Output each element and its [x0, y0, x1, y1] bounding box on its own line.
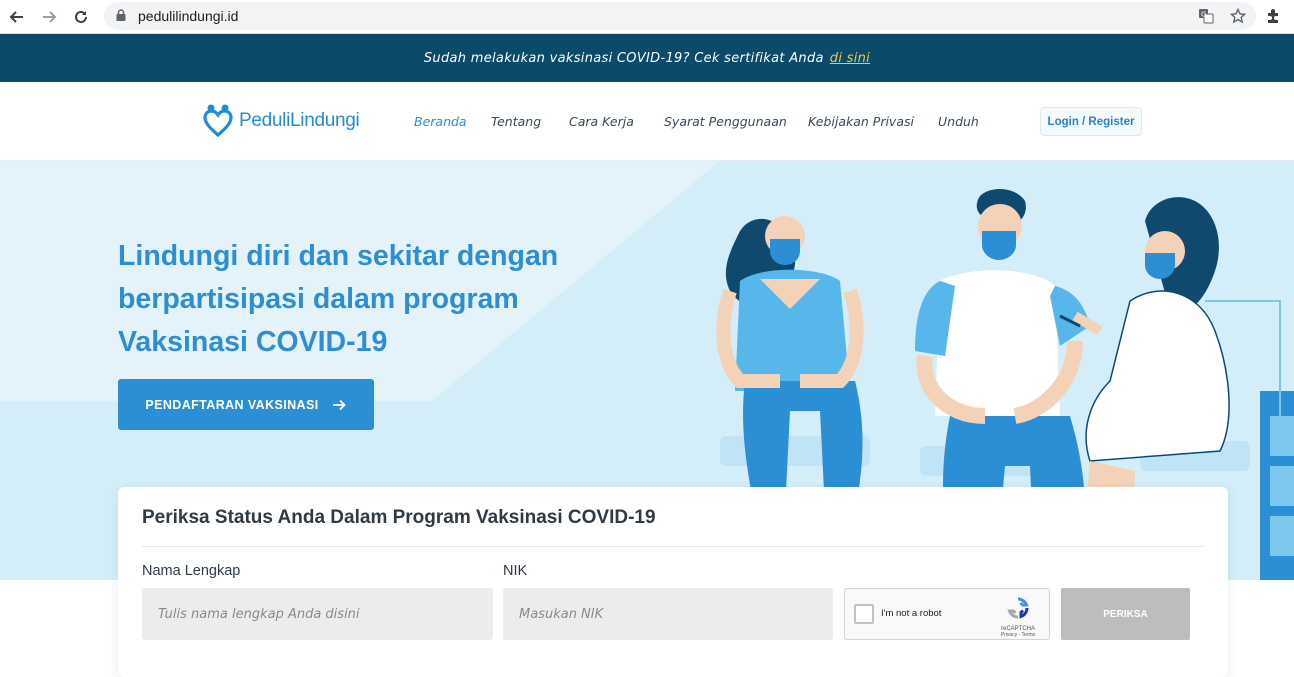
status-check-card: Periksa Status Anda Dalam Program Vaksin… — [118, 487, 1228, 677]
recaptcha-brand: reCAPTCHA Privacy - Terms — [995, 597, 1041, 638]
translate-icon[interactable]: G — [1196, 6, 1216, 26]
logo-text: PeduliLindungi — [239, 110, 360, 131]
check-status-button[interactable]: PERIKSA — [1061, 588, 1190, 640]
nav-cara-kerja[interactable]: Cara Kerja — [569, 114, 634, 129]
nav-unduh[interactable]: Unduh — [938, 114, 979, 129]
star-icon[interactable] — [1228, 6, 1248, 26]
full-name-input[interactable]: Tulis nama lengkap Anda disini — [142, 588, 493, 640]
recaptcha-icon — [1007, 597, 1029, 619]
logo-heart-icon — [203, 104, 233, 138]
login-register-button[interactable]: Login / Register — [1040, 107, 1142, 136]
recaptcha-links[interactable]: Privacy - Terms — [995, 632, 1041, 638]
lock-icon — [116, 9, 126, 21]
hero-headline: Lindungi diri dan sekitar dengan berpart… — [118, 240, 559, 358]
back-arrow-icon[interactable] — [5, 5, 29, 29]
site-logo[interactable]: PeduliLindungi — [203, 103, 360, 139]
url-text: pedulilindungi.id — [138, 8, 239, 24]
puzzle-icon[interactable] — [1264, 6, 1286, 28]
recaptcha-label: I'm not a robot — [881, 608, 942, 619]
banner-text: Sudah melakukan vaksinasi COVID-19? Cek … — [423, 50, 824, 66]
nik-input[interactable]: Masukan NIK — [503, 588, 833, 640]
site-header: PeduliLindungi Beranda Tentang Cara Kerj… — [0, 82, 1294, 161]
recaptcha-widget: I'm not a robot reCAPTCHA Privacy - Term… — [844, 588, 1050, 640]
recaptcha-checkbox[interactable] — [854, 604, 874, 624]
reload-icon[interactable] — [69, 5, 93, 29]
name-label: Nama Lengkap — [142, 563, 241, 579]
nav-beranda[interactable]: Beranda — [414, 114, 467, 129]
status-card-title: Periksa Status Anda Dalam Program Vaksin… — [142, 507, 656, 528]
svg-text:G: G — [1201, 11, 1206, 19]
nik-label: NIK — [503, 563, 528, 579]
browser-toolbar: pedulilindungi.id G — [0, 0, 1294, 34]
arrow-right-icon — [332, 399, 346, 410]
address-bar[interactable]: pedulilindungi.id G — [104, 2, 1256, 30]
vaccination-registration-button[interactable]: PENDAFTARAN VAKSINASI — [118, 379, 374, 430]
nav-kebijakan-privasi[interactable]: Kebijakan Privasi — [808, 114, 914, 129]
card-divider — [142, 546, 1204, 547]
nav-tentang[interactable]: Tentang — [491, 114, 541, 129]
nik-placeholder: Masukan NIK — [519, 606, 604, 622]
forward-arrow-icon[interactable] — [37, 5, 61, 29]
cta-label: PENDAFTARAN VAKSINASI — [145, 397, 319, 412]
banner-link[interactable]: di sini — [830, 51, 870, 66]
full-name-placeholder: Tulis nama lengkap Anda disini — [158, 606, 360, 622]
certificate-banner: Sudah melakukan vaksinasi COVID-19? Cek … — [0, 34, 1294, 82]
nav-syarat-penggunaan[interactable]: Syarat Penggunaan — [664, 114, 787, 129]
